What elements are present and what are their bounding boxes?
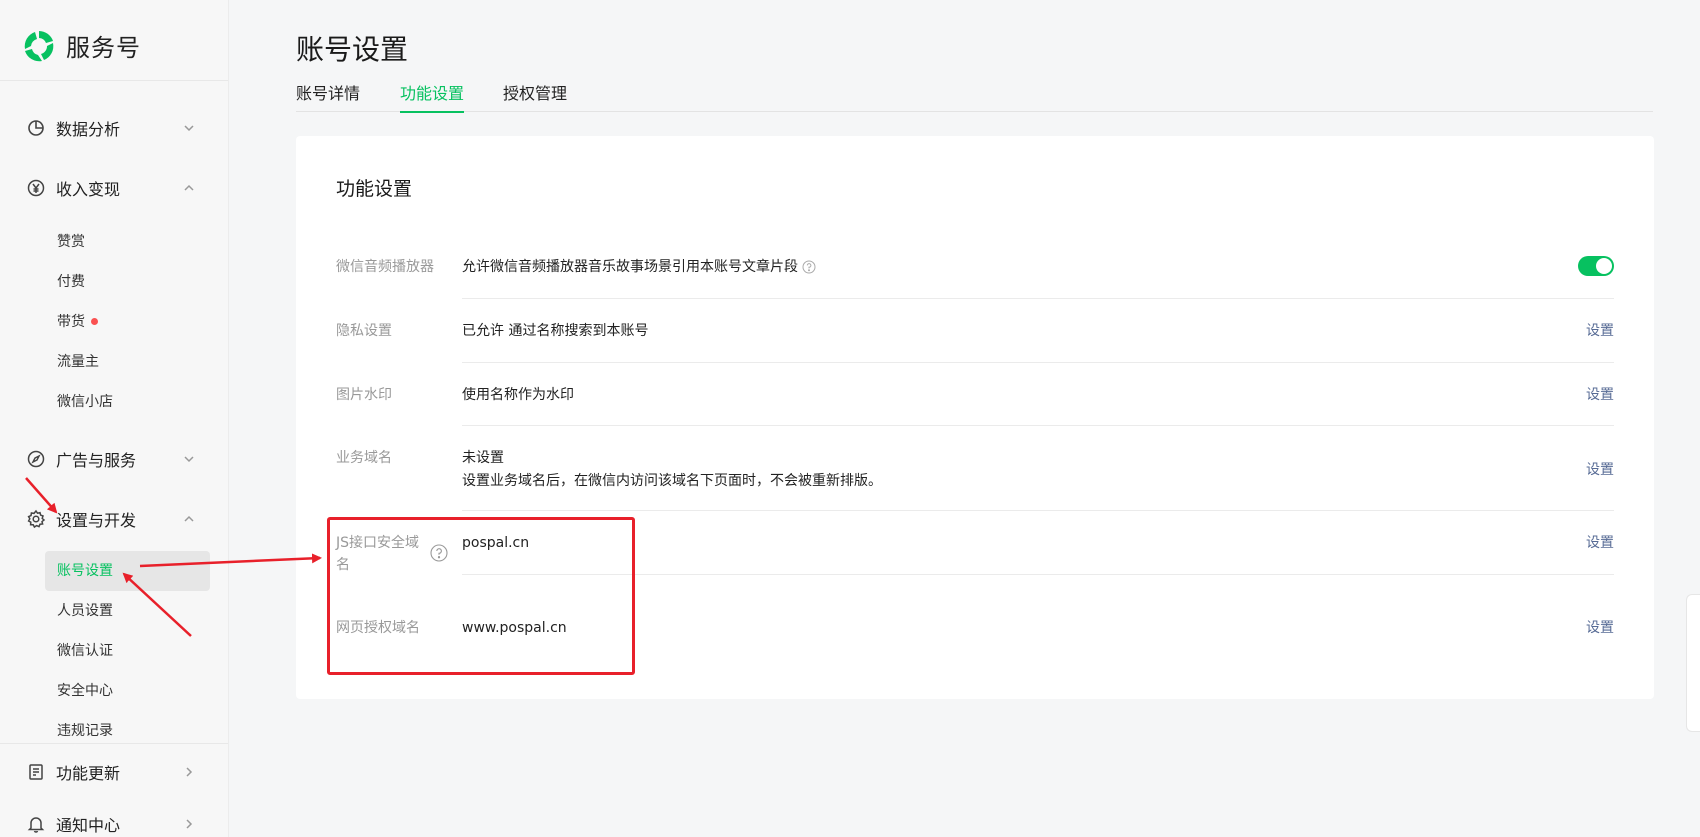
chevron-down-icon — [184, 456, 194, 463]
help-icon[interactable] — [802, 260, 816, 274]
row-divider — [462, 362, 1614, 363]
tab-authorization-management[interactable]: 授权管理 — [503, 82, 567, 111]
setting-row-business-domain: 业务域名 未设置 设置业务域名后，在微信内访问该域名下页面时，不会被重新排版。 … — [336, 447, 1614, 493]
chevron-down-icon — [184, 125, 194, 132]
sidebar-group-label: 设置与开发 — [56, 511, 137, 530]
setting-label: 微信音频播放器 — [336, 259, 434, 275]
setting-value: 使用名称作为水印 — [462, 387, 574, 403]
setting-value: pospal.cn — [462, 535, 530, 551]
setting-value: 已允许 通过名称搜索到本账号 — [462, 323, 649, 339]
app-logo[interactable]: 服务号 — [22, 28, 141, 63]
sidebar-group-monetization[interactable]: 收入变现 — [26, 176, 196, 200]
setting-row-js-domain: JS接口安全域 名 pospal.cn 设置 — [336, 532, 1614, 580]
setting-row-watermark: 图片水印 使用名称作为水印 设置 — [336, 384, 1614, 406]
setting-row-audio-player: 微信音频播放器 允许微信音频播放器音乐故事场景引用本账号文章片段 — [336, 256, 1614, 278]
setting-value: 允许微信音频播放器音乐故事场景引用本账号文章片段 — [462, 256, 816, 278]
sidebar-group-data-analysis[interactable]: 数据分析 — [26, 116, 196, 140]
privacy-settings-link[interactable]: 设置 — [1586, 320, 1614, 342]
sidebar-item-security-center[interactable]: 安全中心 — [57, 681, 113, 701]
sidebar-group-settings-dev[interactable]: 设置与开发 — [26, 507, 196, 531]
service-account-logo-icon — [24, 30, 54, 61]
row-divider — [462, 510, 1614, 511]
setting-value-text: 允许微信音频播放器音乐故事场景引用本账号文章片段 — [462, 259, 798, 275]
tab-feature-settings[interactable]: 功能设置 — [400, 82, 465, 113]
sidebar-divider — [0, 743, 228, 744]
sidebar-item-sell-goods[interactable]: 带货 — [57, 312, 98, 332]
sidebar-item-violation-records[interactable]: 违规记录 — [57, 721, 113, 741]
sidebar-group-label: 功能更新 — [56, 764, 121, 783]
setting-label-line1: JS接口安全域 — [336, 535, 420, 551]
help-icon[interactable] — [430, 544, 448, 562]
setting-label: 图片水印 — [336, 387, 392, 403]
gear-icon — [27, 509, 46, 529]
setting-label: 业务域名 — [336, 450, 392, 466]
audio-player-toggle[interactable] — [1578, 256, 1614, 276]
tab-account-details[interactable]: 账号详情 — [296, 82, 360, 111]
sidebar-group-notifications[interactable]: 通知中心 — [26, 812, 196, 836]
sidebar-item-appreciation[interactable]: 赞赏 — [57, 232, 85, 252]
sidebar-group-label: 数据分析 — [56, 120, 121, 139]
yen-icon — [27, 179, 45, 197]
setting-value: www.pospal.cn — [462, 620, 567, 636]
sidebar-item-account-settings[interactable]: 账号设置 — [57, 561, 113, 581]
setting-description: 设置业务域名后，在微信内访问该域名下页面时，不会被重新排版。 — [462, 473, 882, 489]
card-title: 功能设置 — [336, 178, 413, 200]
watermark-settings-link[interactable]: 设置 — [1586, 384, 1614, 406]
feature-settings-card: 功能设置 微信音频播放器 允许微信音频播放器音乐故事场景引用本账号文章片段 隐私… — [296, 136, 1654, 699]
sidebar-group-label: 收入变现 — [56, 180, 121, 199]
sidebar-group-feature-updates[interactable]: 功能更新 — [26, 760, 196, 784]
sidebar-item-wechat-store[interactable]: 微信小店 — [57, 392, 113, 412]
setting-label-line2: 名 — [336, 557, 350, 573]
setting-label: 网页授权域名 — [336, 620, 420, 636]
sidebar-item-wechat-verification[interactable]: 微信认证 — [57, 641, 113, 661]
toggle-knob — [1596, 258, 1612, 274]
business-domain-settings-link[interactable]: 设置 — [1586, 459, 1614, 481]
sidebar-item-paid[interactable]: 付费 — [57, 272, 85, 292]
setting-value: 未设置 — [462, 450, 504, 466]
sidebar-group-ads-services[interactable]: 广告与服务 — [26, 447, 196, 471]
js-domain-settings-link[interactable]: 设置 — [1586, 532, 1614, 554]
pie-chart-icon — [28, 120, 44, 136]
bell-icon — [27, 817, 45, 833]
chevron-up-icon — [184, 515, 194, 522]
setting-label: 隐私设置 — [336, 323, 392, 339]
tab-bar: 账号详情 功能设置 授权管理 — [296, 82, 1653, 113]
row-divider — [462, 574, 1614, 575]
setting-row-privacy: 隐私设置 已允许 通过名称搜索到本账号 设置 — [336, 320, 1614, 342]
notification-dot — [91, 317, 98, 325]
update-doc-icon — [29, 764, 43, 780]
sidebar-item-staff-settings[interactable]: 人员设置 — [57, 601, 113, 621]
page-title: 账号设置 — [296, 33, 409, 66]
sidebar-group-label: 广告与服务 — [56, 451, 137, 470]
sidebar-item-traffic-master[interactable]: 流量主 — [57, 352, 99, 372]
row-divider — [462, 425, 1614, 426]
chevron-right-icon — [186, 819, 193, 829]
app-name: 服务号 — [66, 34, 141, 62]
row-divider — [462, 298, 1614, 299]
compass-icon — [27, 450, 45, 468]
floating-panel-edge — [1686, 594, 1700, 732]
sidebar-divider — [0, 80, 228, 81]
setting-row-oauth-domain: 网页授权域名 www.pospal.cn 设置 — [336, 617, 1614, 639]
sidebar-group-label: 通知中心 — [56, 816, 121, 835]
sidebar-item-label: 带货 — [57, 314, 85, 330]
oauth-domain-settings-link[interactable]: 设置 — [1586, 617, 1614, 639]
sidebar: 服务号 数据分析 收入变现 赞赏 付费 带货 流量主 微信小店 广告与服务 设置… — [0, 0, 229, 837]
chevron-up-icon — [184, 184, 194, 191]
chevron-right-icon — [186, 767, 193, 777]
